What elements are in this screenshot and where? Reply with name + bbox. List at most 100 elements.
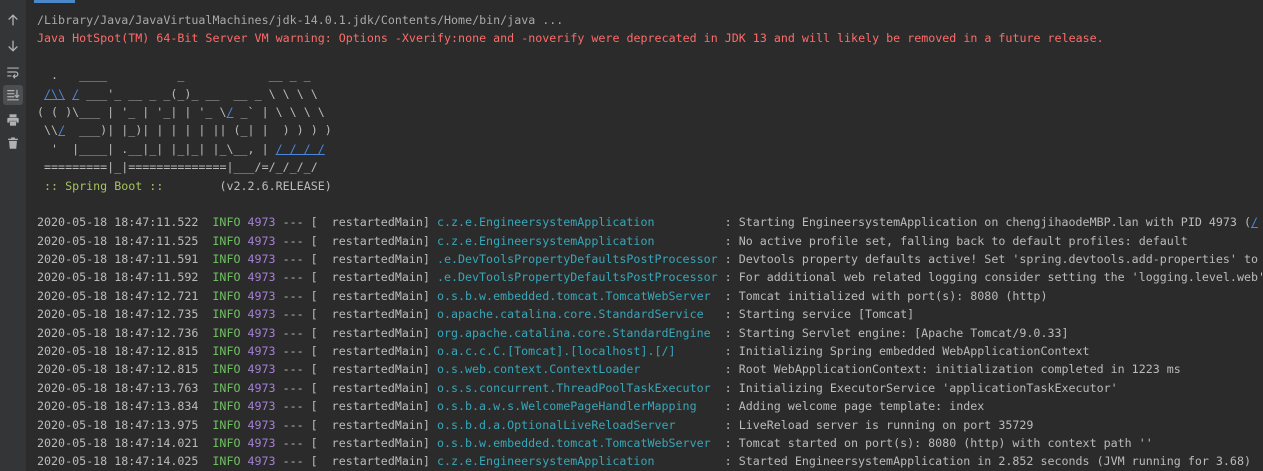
log-thread-open: [ (310, 233, 318, 248)
log-message-separator: : (724, 325, 732, 340)
log-message: Starting EngineersystemApplication on ch… (738, 215, 1251, 230)
print-icon (7, 114, 19, 126)
log-level: INFO (212, 380, 241, 395)
log-timestamp: 2020-05-18 18:47:11.592 (37, 270, 199, 285)
log-timestamp: 2020-05-18 18:47:13.763 (37, 380, 199, 395)
banner-line: =========|_|==============|___/=/_/_/_/ (37, 158, 1263, 176)
log-timestamp: 2020-05-18 18:47:12.736 (37, 325, 199, 340)
log-message: Initializing ExecutorService 'applicatio… (738, 380, 1118, 395)
log-pid: 4973 (247, 344, 276, 359)
log-pid: 4973 (247, 380, 276, 395)
log-thread: restartedMain (331, 270, 423, 285)
log-thread: restartedMain (331, 344, 423, 359)
log-thread-open: [ (310, 344, 318, 359)
log-thread-open: [ (310, 288, 318, 303)
log-message-separator: : (724, 362, 732, 377)
log-row: 2020-05-18 18:47:11.591 INFO 4973 --- [resta… (37, 250, 1263, 268)
log-row: 2020-05-18 18:47:12.736 INFO 4973 --- [resta… (37, 324, 1263, 342)
log-timestamp: 2020-05-18 18:47:13.834 (37, 399, 199, 414)
log-row: 2020-05-18 18:47:12.735 INFO 4973 --- [resta… (37, 305, 1263, 323)
log-pid: 4973 (247, 215, 276, 230)
log-dashes: --- (282, 215, 304, 230)
trash-button[interactable] (3, 133, 23, 153)
log-thread-close: ] (422, 399, 430, 414)
log-logger: o.a.c.c.C.[Tomcat].[localhost].[/] (436, 344, 676, 359)
log-logger: c.z.e.EngineersystemApplication (436, 215, 655, 230)
log-row: 2020-05-18 18:47:12.815 INFO 4973 --- [resta… (37, 360, 1263, 378)
log-message: Adding welcome page template: index (738, 399, 985, 414)
banner-text: (v2.2.6.RELEASE) (163, 178, 332, 193)
log-level: INFO (212, 344, 241, 359)
log-pid: 4973 (247, 362, 276, 377)
print-button[interactable] (3, 110, 23, 130)
log-timestamp: 2020-05-18 18:47:12.815 (37, 362, 199, 377)
soft-wrap-button[interactable] (3, 62, 23, 82)
log-message-separator: : (724, 233, 732, 248)
down-button[interactable] (3, 36, 23, 56)
log-thread-open: [ (310, 380, 318, 395)
banner-link[interactable]: / / / / (276, 142, 325, 156)
log-thread-close: ] (422, 362, 430, 377)
log-thread-open: [ (310, 325, 318, 340)
banner-link[interactable]: /\\ (44, 87, 65, 101)
log-thread-close: ] (422, 270, 430, 285)
log-thread-close: ] (422, 454, 430, 469)
log-thread-open: [ (310, 454, 318, 469)
up-button[interactable] (3, 10, 23, 30)
banner-text: =========|_|==============|___/=/_/_/_/ (37, 160, 318, 175)
log-pid: 4973 (247, 288, 276, 303)
log-logger: o.s.b.a.w.s.WelcomePageHandlerMapping (436, 399, 697, 414)
log-thread: restartedMain (331, 417, 423, 432)
log-pid: 4973 (247, 454, 276, 469)
log-thread-open: [ (310, 215, 318, 230)
log-dashes: --- (282, 344, 304, 359)
trash-icon (8, 137, 18, 149)
soft-wrap-icon (7, 67, 19, 79)
banner-line: . ____ _ __ _ _ (37, 66, 1263, 84)
log-message-separator: : (724, 399, 732, 414)
command-line: /Library/Java/JavaVirtualMachines/jdk-14… (37, 13, 564, 27)
log-level: INFO (212, 417, 241, 432)
log-message: Initializing Spring embedded WebApplicat… (738, 344, 1090, 359)
log-message-separator: : (724, 288, 732, 303)
log-timestamp: 2020-05-18 18:47:11.522 (37, 215, 199, 230)
banner-text: _` | \ \ \ \ (233, 104, 325, 119)
log-dashes: --- (282, 362, 304, 377)
log-timestamp: 2020-05-18 18:47:13.975 (37, 417, 199, 432)
log-dashes: --- (282, 435, 304, 450)
log-pid: 4973 (247, 233, 276, 248)
log-dashes: --- (282, 307, 304, 322)
log-logger: o.s.web.context.ContextLoader (436, 362, 641, 377)
log-message: Started EngineersystemApplication in 2.8… (738, 454, 1251, 469)
log-level: INFO (212, 252, 241, 267)
log-pid: 4973 (247, 435, 276, 450)
log-message: Tomcat started on port(s): 8080 (http) w… (738, 435, 1153, 450)
log-message-separator: : (724, 435, 732, 450)
banner-text: ___)| |_)| | | | | || (_| | ) ) ) ) (65, 123, 332, 138)
log-level: INFO (212, 215, 241, 230)
log-message: LiveReload server is running on port 357… (738, 417, 1034, 432)
log-message-separator: : (724, 307, 732, 322)
banner-text (37, 87, 44, 101)
log-message-separator: : (724, 454, 732, 469)
log-row: 2020-05-18 18:47:11.592 INFO 4973 --- [resta… (37, 268, 1263, 286)
banner-link[interactable]: / (226, 105, 233, 119)
log-logger: org.apache.catalina.core.StandardEngine (436, 325, 711, 340)
log-pid: 4973 (247, 252, 276, 267)
log-timestamp: 2020-05-18 18:47:12.735 (37, 307, 199, 322)
log-message-link[interactable]: / (1251, 215, 1258, 229)
log-thread: restartedMain (331, 233, 423, 248)
spring-banner: . ____ _ __ _ _ /\\ / ___'_ __ _ _(_)_ _… (37, 66, 1263, 195)
log-thread: restartedMain (331, 380, 423, 395)
log-thread-close: ] (422, 233, 430, 248)
scroll-to-end-button[interactable] (3, 85, 23, 105)
banner-line: ' |____| .__|_| |_|_| |_\__, | / / / / (37, 140, 1263, 158)
log-thread-close: ] (422, 252, 430, 267)
banner-line: /\\ / ___'_ __ _ _(_)_ __ __ _ \ \ \ \ (37, 85, 1263, 103)
log-message-separator: : (724, 270, 732, 285)
banner-text (37, 179, 44, 193)
log-timestamp: 2020-05-18 18:47:14.025 (37, 454, 199, 469)
log-thread-close: ] (422, 417, 430, 432)
log-thread: restartedMain (331, 362, 423, 377)
